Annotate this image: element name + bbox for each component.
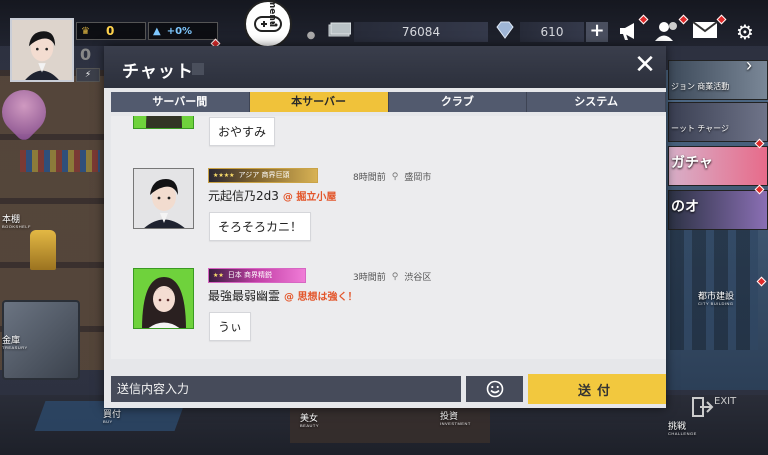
message-list[interactable]: おやすみ ★★★★ アジア 商界巨頭 8時間前 ⚲ 盛岡市 元起信乃2d3 @ … (111, 116, 666, 359)
level-small: 0 (80, 44, 92, 64)
lightning-icon[interactable]: ⚡ (76, 68, 100, 82)
chat-tabs: サーバー間 本サーバー クラブ システム (111, 92, 666, 112)
megaphone-icon[interactable] (616, 20, 642, 44)
notification-dot (678, 14, 689, 25)
exit-button[interactable]: EXIT (684, 392, 754, 422)
top-hud: ♛ 0 ▲ +0% 0 ⚡ menu ● 76084 610 + ⚙ (0, 0, 768, 82)
tab-system[interactable]: システム (527, 92, 666, 112)
charge-card[interactable]: ーット チャージ (668, 102, 768, 142)
list-item: おやすみ (111, 116, 666, 146)
buy-label[interactable]: 買付 BUY (103, 410, 121, 424)
message-time: 3時間前 (353, 273, 386, 283)
player-portrait-icon (12, 20, 72, 80)
title-decoration (192, 63, 204, 75)
message-bubble: そろそろカニ！ (209, 212, 312, 241)
rank-badge: ★★★★ アジア 商界巨頭 (208, 168, 318, 183)
bookshelf-label[interactable]: 本棚 BOOKSHELF (2, 215, 31, 229)
message-bubble: おやすみ (209, 117, 276, 146)
message-name-line: 元起信乃2d3 @ 掘立小屋 (208, 187, 336, 204)
minus-icon: ● (306, 30, 316, 41)
message-meta: 3時間前 ⚲ 渋谷区 (353, 270, 432, 284)
club-tag[interactable]: @ 思想は強く！ (284, 288, 357, 303)
cash-icon (326, 20, 352, 44)
user-portrait-icon (134, 269, 193, 328)
add-currency-button[interactable]: + (586, 22, 608, 42)
emoji-icon (486, 380, 503, 398)
friends-icon[interactable] (654, 20, 680, 44)
send-button[interactable]: 送付 (528, 374, 666, 404)
chat-title: チャット (122, 62, 194, 82)
user-portrait-icon (134, 169, 193, 228)
event-card[interactable]: のオ (668, 190, 768, 230)
chat-modal: チャット ✕ サーバー間 本サーバー クラブ システム おやすみ ★★★★ アジ… (104, 46, 666, 408)
rank-badge: ★★ 日本 商界精鋭 (208, 268, 306, 283)
user-avatar[interactable] (133, 116, 194, 129)
growth-box: ▲ +0% (148, 22, 218, 40)
list-item: ★★ 日本 商界精鋭 3時間前 ⚲ 渋谷区 最強最弱幽霊 @ 思想は強く！ うぃ (111, 268, 666, 358)
location-pin-icon: ⚲ (391, 171, 399, 182)
business-activity-card[interactable]: ジョン 商業活動 (668, 60, 768, 100)
gacha-card[interactable]: ガチャ (668, 146, 768, 186)
exit-icon (692, 397, 714, 417)
message-input[interactable] (111, 376, 461, 402)
player-avatar[interactable] (10, 18, 74, 82)
message-location: 渋谷区 (404, 273, 432, 283)
city-building-label[interactable]: 都市建設 CITY BUILDING (698, 292, 734, 306)
chat-input-row: 送付 (111, 374, 666, 404)
message-name-line: 最強最弱幽霊 @ 思想は強く！ (208, 287, 358, 304)
emoji-button[interactable] (466, 376, 523, 402)
message-location: 盛岡市 (404, 173, 432, 183)
message-meta: 8時間前 ⚲ 盛岡市 (353, 170, 432, 184)
trophy-image (30, 230, 56, 270)
tab-this-server[interactable]: 本サーバー (249, 92, 389, 112)
user-portrait-icon (134, 116, 193, 128)
money-display: 76084 (354, 22, 488, 42)
gems-display: 610 (520, 22, 584, 42)
mail-icon[interactable] (692, 20, 718, 44)
books-image (20, 150, 100, 172)
chevron-right-icon[interactable]: › (746, 56, 752, 74)
level-box: ♛ 0 (76, 22, 146, 40)
treasury-label[interactable]: 金庫 TREASURY (2, 336, 28, 350)
crown-icon: ♛ (81, 25, 90, 37)
menu-button[interactable]: menu (244, 0, 292, 48)
gem-icon (492, 20, 518, 44)
user-name[interactable]: 最強最弱幽霊 (208, 287, 280, 304)
challenge-label[interactable]: 挑戦 CHALLENGE (668, 422, 697, 436)
notification-dot (716, 14, 727, 25)
user-name[interactable]: 元起信乃2d3 (208, 187, 279, 204)
user-avatar[interactable] (133, 168, 194, 229)
user-avatar[interactable] (133, 268, 194, 329)
close-icon: ✕ (634, 50, 656, 80)
investment-label[interactable]: 投資 INVESTMENT (440, 412, 471, 426)
club-tag[interactable]: @ 掘立小屋 (283, 188, 336, 203)
message-time: 8時間前 (353, 173, 386, 183)
chat-header: チャット ✕ (104, 46, 666, 88)
list-item: ★★★★ アジア 商界巨頭 8時間前 ⚲ 盛岡市 元起信乃2d3 @ 掘立小屋 … (111, 168, 666, 258)
message-bubble: うぃ (209, 312, 252, 341)
growth-icon: ▲ (153, 25, 161, 37)
close-button[interactable]: ✕ (632, 50, 658, 80)
location-pin-icon: ⚲ (391, 271, 399, 282)
tab-cross-server[interactable]: サーバー間 (111, 92, 250, 112)
beauty-label[interactable]: 美女 BEAUTY (300, 414, 319, 428)
tab-club[interactable]: クラブ (388, 92, 528, 112)
gear-icon[interactable]: ⚙ (732, 20, 758, 44)
